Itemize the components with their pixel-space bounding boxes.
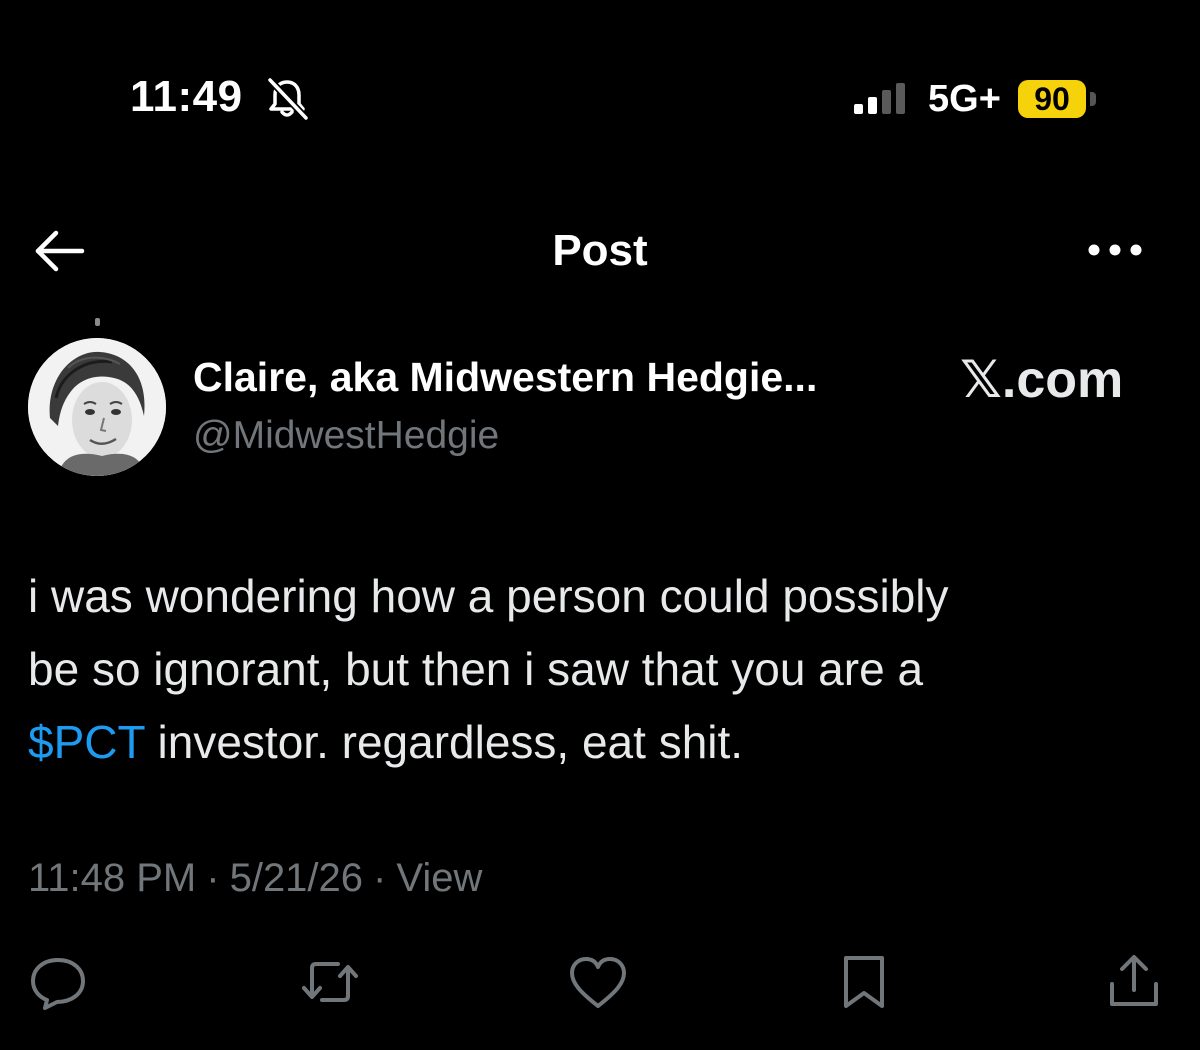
thread-connector (95, 318, 100, 326)
post-text-line-1: i was wondering how a person could possi… (28, 570, 949, 622)
bookmark-icon (844, 956, 884, 1008)
meta-separator: · (373, 856, 387, 900)
more-horizontal-icon (1088, 244, 1142, 256)
post-date: 5/21/26 (229, 856, 364, 900)
avatar[interactable] (28, 338, 166, 476)
author-handle[interactable]: @MidwestHedgie (193, 414, 499, 458)
battery-tip (1090, 92, 1096, 106)
meta-separator: · (206, 856, 220, 900)
cashtag-link[interactable]: $PCT (28, 716, 145, 768)
reply-icon (31, 958, 85, 1010)
post-metadata: 11:48 PM · 5/21/26 · View (28, 856, 482, 901)
views-link[interactable]: View (396, 856, 482, 900)
repost-button[interactable] (298, 952, 362, 1012)
heart-icon (570, 957, 626, 1008)
page-title: Post (552, 226, 648, 275)
post-text-line-2: be so ignorant, but then i saw that you … (28, 643, 924, 695)
share-icon (1110, 955, 1158, 1006)
share-button[interactable] (1102, 952, 1166, 1012)
cellular-signal-icon (852, 82, 912, 116)
avatar-portrait (28, 338, 166, 476)
post-text: i was wondering how a person could possi… (28, 560, 1178, 779)
post-time: 11:48 PM (28, 856, 197, 900)
x-com-watermark-text: 𝕏.com (960, 351, 1124, 409)
repost-icon (302, 962, 358, 1002)
bookmark-button[interactable] (832, 952, 896, 1012)
more-options-button[interactable] (1082, 230, 1148, 270)
battery-badge: 90 (1018, 80, 1086, 118)
network-type-label: 5G+ (928, 78, 1001, 120)
reply-button[interactable] (26, 952, 90, 1012)
post-text-line-3-rest: investor. regardless, eat shit. (144, 716, 744, 768)
author-display-name[interactable]: Claire, aka Midwestern Hedgie... (193, 354, 817, 401)
like-button[interactable] (566, 952, 630, 1012)
x-com-watermark: 𝕏.com (960, 350, 1123, 410)
bell-slash-icon (262, 77, 312, 121)
post-text-line-3: $PCT investor. regardless, eat shit. (28, 706, 1178, 779)
status-time: 11:49 (130, 72, 243, 121)
